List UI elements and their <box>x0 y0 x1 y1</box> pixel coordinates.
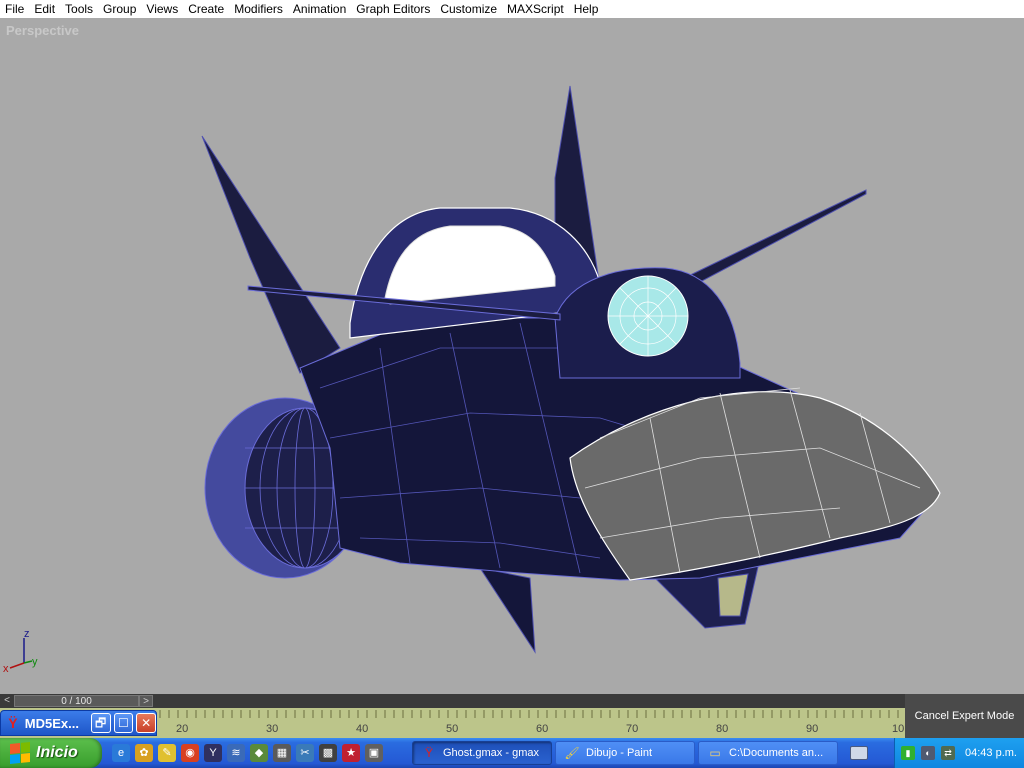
tick-label: 80 <box>716 723 729 735</box>
internet-explorer-icon[interactable]: e <box>112 744 130 762</box>
time-slider-thumb[interactable]: 0 / 100 <box>14 695 139 707</box>
axis-x-label: x <box>3 663 9 675</box>
minimized-window-title: MD5Ex... <box>24 715 79 731</box>
film-icon[interactable]: ▦ <box>273 744 291 762</box>
menu-bar: File Edit Tools Group Views Create Modif… <box>0 0 1024 18</box>
tick-label: 60 <box>536 723 549 735</box>
task-label: Ghost.gmax - gmax <box>443 747 539 759</box>
clock: 04:43 p.m. <box>965 747 1017 759</box>
axis-z-label: z <box>24 628 30 640</box>
maximize-button[interactable]: ☐ <box>113 713 134 733</box>
time-slider-left-arrow[interactable]: < <box>0 694 14 708</box>
axis-y-label: y <box>32 656 38 668</box>
task-documents-folder[interactable]: ▭ C:\Documents an... <box>698 741 838 765</box>
keyboard-language-icon[interactable] <box>850 746 868 760</box>
gmax-app-icon: Ÿ <box>424 746 433 760</box>
tools-icon[interactable]: ✂ <box>296 744 314 762</box>
paint-app-icon: 🖌 <box>564 746 580 760</box>
ship-model[interactable] <box>0 18 1024 694</box>
cancel-expert-mode-button[interactable]: Cancel Expert Mode <box>905 694 1024 738</box>
menu-graph-editors[interactable]: Graph Editors <box>351 2 435 16</box>
task-label: Dibujo - Paint <box>586 747 653 759</box>
battery-icon[interactable]: ▮ <box>901 746 915 760</box>
expert-mode-panel: Cancel Expert Mode <box>905 694 1024 738</box>
gmax-app-icon: Ÿ <box>8 715 18 731</box>
tick-label: 40 <box>356 723 369 735</box>
menu-tools[interactable]: Tools <box>60 2 98 16</box>
task-paint[interactable]: 🖌 Dibujo - Paint <box>555 741 695 765</box>
messenger-icon[interactable]: ✿ <box>135 744 153 762</box>
menu-edit[interactable]: Edit <box>29 2 60 16</box>
menu-maxscript[interactable]: MAXScript <box>502 2 569 16</box>
windows-logo-icon <box>10 741 30 765</box>
network-tray-icon[interactable]: ⇄ <box>941 746 955 760</box>
menu-views[interactable]: Views <box>141 2 183 16</box>
menu-file[interactable]: File <box>0 2 29 16</box>
menu-help[interactable]: Help <box>569 2 604 16</box>
speaker-icon[interactable]: ◐ <box>921 746 935 760</box>
media-icon[interactable]: ◉ <box>181 744 199 762</box>
start-button[interactable]: Inicio <box>0 738 102 768</box>
start-label: Inicio <box>36 744 78 761</box>
minimized-window-md5[interactable]: Ÿ MD5Ex... 🗗 ☐ ✕ <box>0 710 157 736</box>
diamond-icon[interactable]: ◆ <box>250 744 268 762</box>
close-button[interactable]: ✕ <box>136 713 157 733</box>
task-ghost-gmax[interactable]: Ÿ Ghost.gmax - gmax <box>412 741 552 765</box>
menu-animation[interactable]: Animation <box>288 2 351 16</box>
grid-icon[interactable]: ▩ <box>319 744 337 762</box>
quick-launch: e ✿ ✎ ◉ Y ≋ ◆ ▦ ✂ ▩ ★ ▣ <box>112 744 383 762</box>
restore-button[interactable]: 🗗 <box>90 713 111 733</box>
time-slider-right-arrow[interactable]: > <box>139 695 153 707</box>
pencil-icon[interactable]: ✎ <box>158 744 176 762</box>
time-slider[interactable]: < 0 / 100 > <box>0 694 905 708</box>
task-label: C:\Documents an... <box>729 747 824 759</box>
tick-label: 70 <box>626 723 639 735</box>
menu-create[interactable]: Create <box>183 2 229 16</box>
star-icon[interactable]: ★ <box>342 744 360 762</box>
perspective-viewport[interactable]: Perspective z x y <box>0 18 1024 694</box>
menu-customize[interactable]: Customize <box>435 2 502 16</box>
gmax-quick-icon[interactable]: Y <box>204 744 222 762</box>
tick-label: 20 <box>176 723 189 735</box>
tick-label: 30 <box>266 723 279 735</box>
menu-modifiers[interactable]: Modifiers <box>229 2 288 16</box>
folder-icon: ▭ <box>709 746 721 760</box>
tick-label: 10 <box>892 723 905 735</box>
taskbar: Inicio e ✿ ✎ ◉ Y ≋ ◆ ▦ ✂ ▩ ★ ▣ Ÿ Ghost.g… <box>0 738 1024 768</box>
tick-label: 90 <box>806 723 819 735</box>
tick-label: 50 <box>446 723 459 735</box>
window-icon[interactable]: ▣ <box>365 744 383 762</box>
system-tray: ▮ ◐ ⇄ 04:43 p.m. <box>894 738 1024 768</box>
network-icon[interactable]: ≋ <box>227 744 245 762</box>
menu-group[interactable]: Group <box>98 2 141 16</box>
axis-tripod-icon: z x y <box>3 628 38 675</box>
